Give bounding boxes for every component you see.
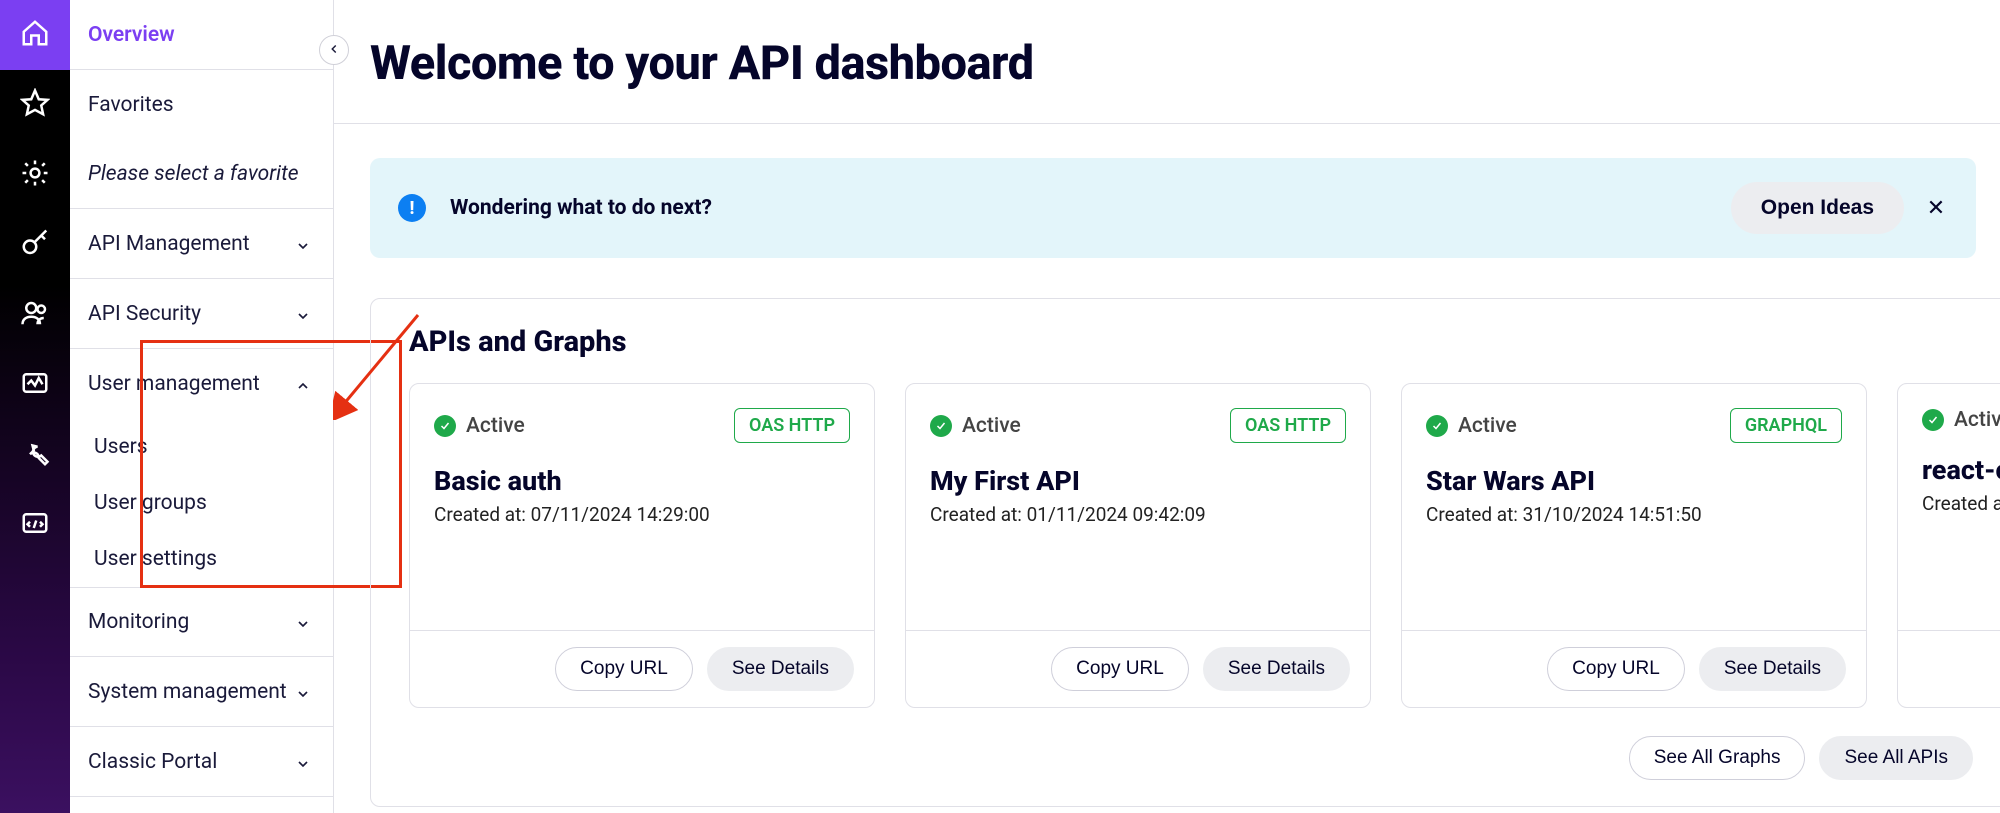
section-title: APIs and Graphs	[409, 325, 2000, 359]
api-meta: Created at: 01/11/2024 09:42:09	[930, 503, 1346, 526]
gear-icon	[20, 158, 50, 192]
sidebar-item-overview[interactable]: Overview	[70, 0, 333, 70]
section-footer: See All Graphs See All APIs	[409, 736, 1973, 780]
submenu-item-user-settings[interactable]: User settings	[70, 531, 333, 587]
api-name: Star Wars API	[1426, 465, 1842, 497]
api-card: Active react-co Created at:	[1897, 383, 2000, 708]
sidebar-item-label: Classic Portal	[88, 750, 217, 774]
info-alert: ! Wondering what to do next? Open Ideas …	[370, 158, 1976, 258]
api-name: react-co	[1922, 454, 2000, 486]
sidebar-item-label: API Management	[88, 232, 250, 256]
sidebar: Overview Favorites Please select a favor…	[70, 0, 334, 813]
status-badge: Active	[1922, 408, 2000, 432]
sidebar-item-label: User management	[88, 372, 260, 396]
status-badge: Active	[1426, 414, 1517, 438]
sidebar-item-system-management[interactable]: System management	[70, 657, 333, 727]
sidebar-item-api-security[interactable]: API Security	[70, 279, 333, 349]
chevron-down-icon	[295, 684, 311, 700]
sidebar-item-label: Monitoring	[88, 610, 189, 634]
sidebar-item-label: System management	[88, 680, 287, 704]
home-icon	[20, 18, 50, 52]
submenu-item-user-groups[interactable]: User groups	[70, 475, 333, 531]
chevron-down-icon	[295, 236, 311, 252]
rail-api-management[interactable]	[0, 140, 70, 210]
submenu-item-users[interactable]: Users	[70, 419, 333, 475]
chevron-down-icon	[295, 614, 311, 630]
submenu-label: User settings	[94, 547, 217, 571]
chevron-down-icon	[295, 754, 311, 770]
api-meta: Created at: 07/11/2024 14:29:00	[434, 503, 850, 526]
submenu-label: User groups	[94, 491, 207, 515]
check-icon	[1426, 415, 1448, 437]
rail-home[interactable]	[0, 0, 70, 70]
favorites-placeholder: Please select a favorite	[70, 140, 333, 209]
sidebar-item-monitoring[interactable]: Monitoring	[70, 587, 333, 657]
rail-favorites[interactable]	[0, 70, 70, 140]
see-all-apis-button[interactable]: See All APIs	[1819, 736, 1973, 780]
page-title: Welcome to your API dashboard	[370, 36, 2000, 91]
portal-icon	[20, 508, 50, 542]
chevron-left-icon	[327, 41, 341, 60]
rail-monitoring[interactable]	[0, 350, 70, 420]
sidebar-collapse-button[interactable]	[319, 35, 349, 65]
status-text: Active	[1954, 408, 2000, 432]
rail-api-security[interactable]	[0, 210, 70, 280]
sidebar-item-label: Favorites	[88, 93, 174, 117]
divider	[334, 123, 2000, 124]
icon-rail	[0, 0, 70, 813]
api-type-tag: GRAPHQL	[1730, 408, 1842, 443]
apis-section: APIs and Graphs Active OAS HTTP Basic au…	[370, 298, 2000, 807]
rail-system-management[interactable]	[0, 420, 70, 490]
api-name: My First API	[930, 465, 1346, 497]
sidebar-item-user-management[interactable]: User management	[70, 349, 333, 419]
status-text: Active	[1458, 414, 1517, 438]
key-icon	[20, 228, 50, 262]
status-badge: Active	[434, 414, 525, 438]
check-icon	[1922, 409, 1944, 431]
sidebar-item-label: Overview	[88, 23, 175, 47]
see-details-button[interactable]: See Details	[1203, 647, 1350, 691]
see-details-button[interactable]: See Details	[707, 647, 854, 691]
star-icon	[20, 88, 50, 122]
info-icon: !	[398, 194, 426, 222]
alert-text: Wondering what to do next?	[450, 196, 1731, 220]
sidebar-item-favorites[interactable]: Favorites	[70, 70, 333, 140]
rail-user-management[interactable]	[0, 280, 70, 350]
users-icon	[20, 298, 50, 332]
open-ideas-button[interactable]: Open Ideas	[1731, 182, 1904, 234]
api-name: Basic auth	[434, 465, 850, 497]
copy-url-button[interactable]: Copy URL	[1547, 647, 1685, 691]
api-card: Active OAS HTTP Basic auth Created at: 0…	[409, 383, 875, 708]
api-type-tag: OAS HTTP	[1230, 408, 1346, 443]
sidebar-item-api-management[interactable]: API Management	[70, 209, 333, 279]
user-management-submenu: Users User groups User settings	[70, 419, 333, 587]
see-all-graphs-button[interactable]: See All Graphs	[1629, 736, 1806, 780]
api-type-tag: OAS HTTP	[734, 408, 850, 443]
wrench-icon	[20, 438, 50, 472]
check-icon	[930, 415, 952, 437]
submenu-label: Users	[94, 435, 148, 459]
monitor-icon	[20, 368, 50, 402]
see-details-button[interactable]: See Details	[1699, 647, 1846, 691]
alert-close-button[interactable]: ✕	[1924, 196, 1948, 220]
api-card: Active GRAPHQL Star Wars API Created at:…	[1401, 383, 1867, 708]
api-meta: Created at:	[1922, 492, 2000, 515]
copy-url-button[interactable]: Copy URL	[555, 647, 693, 691]
status-badge: Active	[930, 414, 1021, 438]
rail-classic-portal[interactable]	[0, 490, 70, 560]
sidebar-item-label: API Security	[88, 302, 201, 326]
sidebar-item-classic-portal[interactable]: Classic Portal	[70, 727, 333, 797]
status-text: Active	[466, 414, 525, 438]
status-text: Active	[962, 414, 1021, 438]
copy-url-button[interactable]: Copy URL	[1051, 647, 1189, 691]
main-content: Welcome to your API dashboard ! Wonderin…	[334, 0, 2000, 813]
close-icon: ✕	[1927, 196, 1945, 221]
chevron-down-icon	[295, 306, 311, 322]
check-icon	[434, 415, 456, 437]
card-list: Active OAS HTTP Basic auth Created at: 0…	[409, 383, 2000, 708]
api-card: Active OAS HTTP My First API Created at:…	[905, 383, 1371, 708]
chevron-up-icon	[295, 376, 311, 392]
api-meta: Created at: 31/10/2024 14:51:50	[1426, 503, 1842, 526]
